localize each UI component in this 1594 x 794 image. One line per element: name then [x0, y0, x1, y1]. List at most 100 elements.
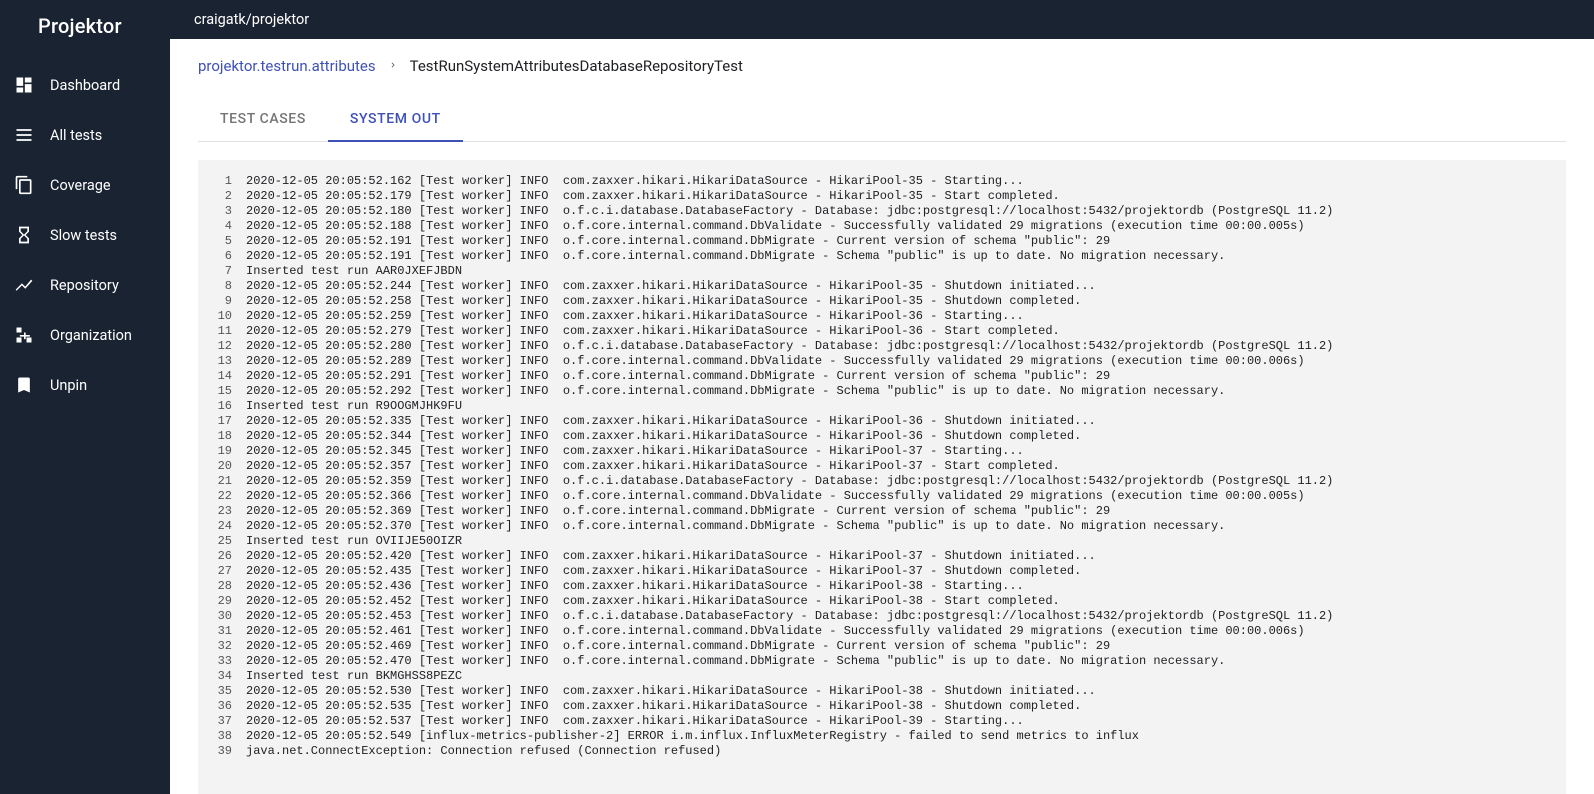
log-row: 34Inserted test run BKMGHSS8PEZC [208, 669, 1556, 684]
log-row: 22020-12-05 20:05:52.179 [Test worker] I… [208, 189, 1556, 204]
log-line-number: 13 [208, 354, 246, 369]
log-line-number: 3 [208, 204, 246, 219]
log-line-number: 12 [208, 339, 246, 354]
log-line-text: 2020-12-05 20:05:52.345 [Test worker] IN… [246, 444, 1556, 459]
log-row: 172020-12-05 20:05:52.335 [Test worker] … [208, 414, 1556, 429]
log-line-text: 2020-12-05 20:05:52.453 [Test worker] IN… [246, 609, 1556, 624]
log-row: 62020-12-05 20:05:52.191 [Test worker] I… [208, 249, 1556, 264]
log-line-text: 2020-12-05 20:05:52.537 [Test worker] IN… [246, 714, 1556, 729]
app-title: Projektor [0, 0, 170, 52]
log-row: 12020-12-05 20:05:52.162 [Test worker] I… [208, 174, 1556, 189]
log-line-number: 5 [208, 234, 246, 249]
breadcrumb: projektor.testrun.attributes TestRunSyst… [198, 57, 1566, 97]
log-line-number: 2 [208, 189, 246, 204]
log-line-number: 17 [208, 414, 246, 429]
log-row: 312020-12-05 20:05:52.461 [Test worker] … [208, 624, 1556, 639]
log-line-text: java.net.ConnectException: Connection re… [246, 744, 1556, 759]
content: projektor.testrun.attributes TestRunSyst… [170, 39, 1594, 794]
log-line-number: 25 [208, 534, 246, 549]
log-row: 332020-12-05 20:05:52.470 [Test worker] … [208, 654, 1556, 669]
log-row: 82020-12-05 20:05:52.244 [Test worker] I… [208, 279, 1556, 294]
log-line-number: 26 [208, 549, 246, 564]
log-line-number: 8 [208, 279, 246, 294]
sidebar-item-dashboard[interactable]: Dashboard [0, 60, 170, 110]
timeline-icon [12, 273, 36, 297]
sidebar-item-slow-tests[interactable]: Slow tests [0, 210, 170, 260]
sidebar-item-label: Coverage [50, 177, 111, 194]
log-line-text: 2020-12-05 20:05:52.452 [Test worker] IN… [246, 594, 1556, 609]
log-row: 302020-12-05 20:05:52.453 [Test worker] … [208, 609, 1556, 624]
log-line-number: 31 [208, 624, 246, 639]
breadcrumb-link[interactable]: projektor.testrun.attributes [198, 57, 376, 75]
log-line-text: Inserted test run BKMGHSS8PEZC [246, 669, 1556, 684]
log-line-text: 2020-12-05 20:05:52.191 [Test worker] IN… [246, 234, 1556, 249]
log-line-text: 2020-12-05 20:05:52.436 [Test worker] IN… [246, 579, 1556, 594]
sidebar-item-repository[interactable]: Repository [0, 260, 170, 310]
log-line-text: 2020-12-05 20:05:52.370 [Test worker] IN… [246, 519, 1556, 534]
tabs: TEST CASESSYSTEM OUT [198, 97, 1566, 142]
log-row: 242020-12-05 20:05:52.370 [Test worker] … [208, 519, 1556, 534]
log-line-text: 2020-12-05 20:05:52.188 [Test worker] IN… [246, 219, 1556, 234]
log-line-number: 14 [208, 369, 246, 384]
log-row: 52020-12-05 20:05:52.191 [Test worker] I… [208, 234, 1556, 249]
log-line-number: 9 [208, 294, 246, 309]
main-area: craigatk/projektor projektor.testrun.att… [170, 0, 1594, 794]
log-line-text: 2020-12-05 20:05:52.291 [Test worker] IN… [246, 369, 1556, 384]
sidebar-item-organization[interactable]: Organization [0, 310, 170, 360]
log-line-text: 2020-12-05 20:05:52.259 [Test worker] IN… [246, 309, 1556, 324]
tab-system-out[interactable]: SYSTEM OUT [328, 97, 463, 141]
log-line-number: 36 [208, 699, 246, 714]
log-line-number: 33 [208, 654, 246, 669]
log-line-text: 2020-12-05 20:05:52.549 [influx-metrics-… [246, 729, 1556, 744]
log-line-text: 2020-12-05 20:05:52.470 [Test worker] IN… [246, 654, 1556, 669]
log-line-text: 2020-12-05 20:05:52.435 [Test worker] IN… [246, 564, 1556, 579]
log-line-number: 28 [208, 579, 246, 594]
log-line-text: 2020-12-05 20:05:52.280 [Test worker] IN… [246, 339, 1556, 354]
log-row: 132020-12-05 20:05:52.289 [Test worker] … [208, 354, 1556, 369]
log-row: 25Inserted test run OVIIJE50OIZR [208, 534, 1556, 549]
log-line-text: 2020-12-05 20:05:52.420 [Test worker] IN… [246, 549, 1556, 564]
log-row: 122020-12-05 20:05:52.280 [Test worker] … [208, 339, 1556, 354]
log-row: 282020-12-05 20:05:52.436 [Test worker] … [208, 579, 1556, 594]
sidebar-item-label: Repository [50, 277, 119, 294]
sidebar-items: Dashboard All tests Coverage Slow tests Repo… [0, 52, 170, 410]
log-line-number: 19 [208, 444, 246, 459]
log-row: 39java.net.ConnectException: Connection … [208, 744, 1556, 759]
log-row: 112020-12-05 20:05:52.279 [Test worker] … [208, 324, 1556, 339]
log-row: 142020-12-05 20:05:52.291 [Test worker] … [208, 369, 1556, 384]
breadcrumb-current: TestRunSystemAttributesDatabaseRepositor… [410, 57, 743, 75]
dashboard-icon [12, 73, 36, 97]
sidebar-item-all-tests[interactable]: All tests [0, 110, 170, 160]
sidebar-item-unpin[interactable]: Unpin [0, 360, 170, 410]
org-icon [12, 323, 36, 347]
log-line-text: 2020-12-05 20:05:52.366 [Test worker] IN… [246, 489, 1556, 504]
tab-test-cases[interactable]: TEST CASES [198, 97, 328, 141]
sidebar-item-label: All tests [50, 127, 102, 144]
sidebar-item-label: Unpin [50, 377, 87, 394]
log-line-number: 21 [208, 474, 246, 489]
log-line-text: 2020-12-05 20:05:52.469 [Test worker] IN… [246, 639, 1556, 654]
log-line-text: 2020-12-05 20:05:52.369 [Test worker] IN… [246, 504, 1556, 519]
log-line-number: 10 [208, 309, 246, 324]
bookmark-icon [12, 373, 36, 397]
log-line-number: 7 [208, 264, 246, 279]
log-row: 352020-12-05 20:05:52.530 [Test worker] … [208, 684, 1556, 699]
log-line-text: 2020-12-05 20:05:52.344 [Test worker] IN… [246, 429, 1556, 444]
log-line-number: 30 [208, 609, 246, 624]
topbar: craigatk/projektor [170, 0, 1594, 39]
sidebar-item-coverage[interactable]: Coverage [0, 160, 170, 210]
log-row: 202020-12-05 20:05:52.357 [Test worker] … [208, 459, 1556, 474]
log-line-number: 4 [208, 219, 246, 234]
log-line-text: 2020-12-05 20:05:52.357 [Test worker] IN… [246, 459, 1556, 474]
log-line-text: 2020-12-05 20:05:52.258 [Test worker] IN… [246, 294, 1556, 309]
log-line-number: 35 [208, 684, 246, 699]
log-row: 32020-12-05 20:05:52.180 [Test worker] I… [208, 204, 1556, 219]
log-line-text: 2020-12-05 20:05:52.461 [Test worker] IN… [246, 624, 1556, 639]
log-row: 382020-12-05 20:05:52.549 [influx-metric… [208, 729, 1556, 744]
log-row: 372020-12-05 20:05:52.537 [Test worker] … [208, 714, 1556, 729]
log-line-text: 2020-12-05 20:05:52.530 [Test worker] IN… [246, 684, 1556, 699]
repo-path: craigatk/projektor [194, 11, 309, 28]
log-line-number: 6 [208, 249, 246, 264]
log-panel[interactable]: 12020-12-05 20:05:52.162 [Test worker] I… [198, 160, 1566, 794]
log-row: 362020-12-05 20:05:52.535 [Test worker] … [208, 699, 1556, 714]
